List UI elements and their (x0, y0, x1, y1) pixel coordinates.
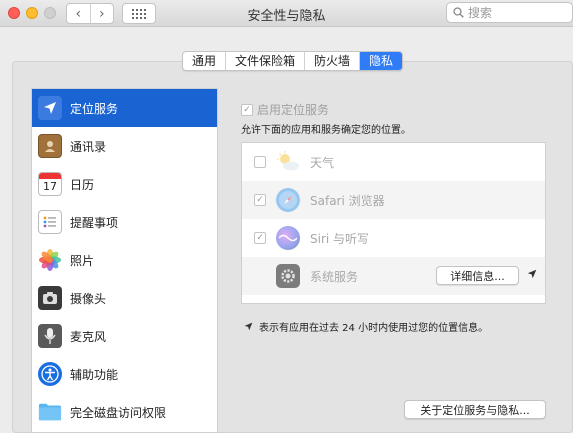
location-description: 允许下面的应用和服务确定您的位置。 (241, 125, 411, 136)
reminders-icon (38, 210, 62, 234)
sidebar-item-label: 摄像头 (70, 291, 107, 306)
sidebar-item-label: 辅助功能 (70, 367, 119, 382)
enable-location-services-row: ✓ 启用定位服务 (241, 101, 329, 118)
accessibility-icon (38, 362, 62, 386)
tab-general[interactable]: 通用 (183, 52, 225, 70)
tab-filevault[interactable]: 文件保险箱 (225, 52, 304, 70)
sidebar-item-calendar[interactable]: 17 日历 (32, 165, 217, 203)
sidebar-item-contacts[interactable]: 通讯录 (32, 127, 217, 165)
list-item-siri: ✓ Siri 与听写 (242, 219, 545, 257)
list-item-weather: 天气 (242, 143, 545, 181)
tab-firewall[interactable]: 防火墙 (304, 52, 359, 70)
sidebar-item-label: 完全磁盘访问权限 (70, 405, 167, 420)
microphone-icon (38, 324, 62, 348)
sidebar-item-full-disk-access[interactable]: 完全磁盘访问权限 (32, 393, 217, 431)
app-name: Siri 与听写 (310, 231, 370, 246)
sidebar-item-label: 提醒事项 (70, 215, 119, 230)
weather-icon (276, 150, 300, 174)
app-name: 天气 (310, 155, 335, 170)
sidebar-item-label: 定位服务 (70, 101, 119, 116)
tab-bar: 通用 文件保险箱 防火墙 隐私 (182, 51, 404, 71)
about-location-privacy-button[interactable]: 关于定位服务与隐私... (404, 400, 546, 419)
sidebar-item-camera[interactable]: 摄像头 (32, 279, 217, 317)
search-field[interactable]: 搜索 (446, 2, 573, 23)
privacy-category-list: 定位服务 通讯录 17 日历 提醒事项 照片 摄像头 麦克风 辅助功能 完全磁盘… (31, 88, 218, 433)
siri-checkbox[interactable]: ✓ (254, 232, 266, 244)
safari-icon (276, 188, 300, 212)
camera-icon (38, 286, 62, 310)
contacts-book-icon (38, 134, 62, 158)
location-arrow-icon (38, 96, 62, 120)
sidebar-item-accessibility[interactable]: 辅助功能 (32, 355, 217, 393)
enable-location-services-label: 启用定位服务 (257, 103, 330, 117)
weather-checkbox[interactable] (254, 156, 266, 168)
siri-icon (276, 226, 300, 250)
search-placeholder: 搜索 (468, 6, 493, 20)
enable-location-services-checkbox[interactable]: ✓ (241, 103, 253, 116)
sidebar-item-label: 麦克风 (70, 329, 107, 344)
list-item-system-services: 系统服务 详细信息... (242, 257, 545, 295)
sidebar-item-label: 照片 (70, 253, 95, 268)
list-item-safari: ✓ Safari 浏览器 (242, 181, 545, 219)
details-button[interactable]: 详细信息... (436, 266, 519, 285)
sidebar-item-label: 通讯录 (70, 139, 107, 154)
search-icon (453, 7, 464, 18)
photos-icon (38, 248, 62, 272)
title-bar: ‹ › 安全性与隐私 搜索 (0, 0, 573, 27)
calendar-icon: 17 (38, 172, 62, 196)
sidebar-item-reminders[interactable]: 提醒事项 (32, 203, 217, 241)
tab-privacy[interactable]: 隐私 (359, 52, 403, 70)
location-usage-note: 表示有应用在过去 24 小时内使用过您的位置信息。 (244, 319, 488, 334)
app-name: Safari 浏览器 (310, 193, 385, 208)
app-name: 系统服务 (310, 269, 359, 284)
safari-checkbox[interactable]: ✓ (254, 194, 266, 206)
folder-icon (38, 400, 62, 424)
location-arrow-icon (527, 269, 537, 282)
sidebar-item-microphone[interactable]: 麦克风 (32, 317, 217, 355)
calendar-day: 17 (43, 180, 57, 193)
sidebar-item-location-services[interactable]: 定位服务 (32, 89, 217, 127)
location-arrow-icon (244, 322, 253, 331)
sidebar-item-label: 日历 (70, 177, 95, 192)
sidebar-item-photos[interactable]: 照片 (32, 241, 217, 279)
location-apps-list: 天气 ✓ Safari 浏览器 ✓ Siri 与听写 系统服务 详细信息... (241, 142, 546, 304)
note-text: 表示有应用在过去 24 小时内使用过您的位置信息。 (259, 323, 489, 334)
gear-icon (276, 264, 300, 288)
